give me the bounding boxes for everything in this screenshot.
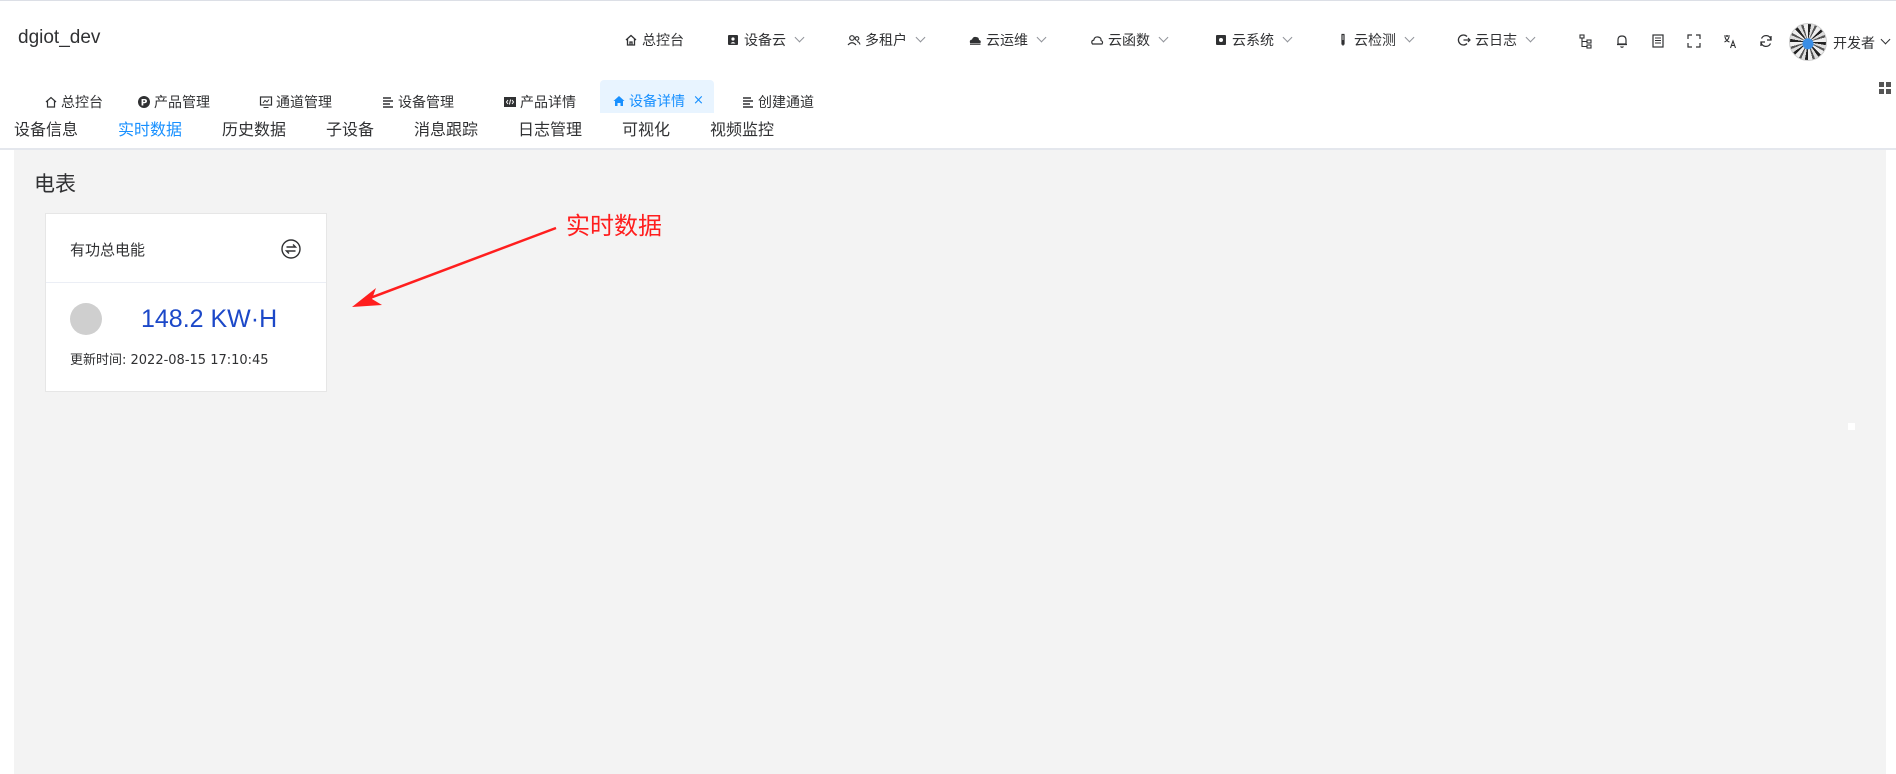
chevron-down-icon: [1158, 32, 1169, 43]
chevron-down-icon: [1282, 32, 1293, 43]
tag-channel-management[interactable]: 通道管理: [259, 80, 332, 113]
tag-create-channel[interactable]: 创建通道: [741, 80, 814, 113]
tab-history-data[interactable]: 历史数据: [222, 116, 286, 150]
detail-tabs: 设备信息 实时数据 历史数据 子设备 消息跟踪 日志管理 可视化 视频监控: [0, 112, 1896, 152]
swap-icon[interactable]: [280, 238, 302, 260]
product-icon: P: [137, 95, 151, 109]
close-icon[interactable]: ×: [693, 93, 704, 108]
bell-icon[interactable]: [1613, 32, 1631, 50]
sitemap-icon[interactable]: [1577, 32, 1595, 50]
home-icon: [623, 32, 639, 48]
metric-value: 148.2 KW·H: [141, 305, 278, 333]
home-icon: [612, 94, 626, 108]
chevron-down-icon[interactable]: [1880, 34, 1891, 45]
tag-device-management[interactable]: 设备管理: [381, 80, 454, 113]
nav-cloud-ops[interactable]: 云运维: [967, 28, 1047, 52]
tab-realtime-data[interactable]: 实时数据: [118, 116, 183, 152]
fullscreen-icon[interactable]: [1685, 32, 1703, 50]
document-icon[interactable]: [1649, 32, 1667, 50]
grid-icon[interactable]: [1878, 80, 1892, 94]
refresh-icon[interactable]: [1757, 32, 1775, 50]
tag-product-detail[interactable]: 产品详情: [503, 80, 576, 113]
data-card: 有功总电能 148.2 KW·H 更新时间: 2022-08-15 17:10:…: [45, 213, 327, 392]
nav-cloud-test[interactable]: 云检测: [1335, 28, 1415, 52]
list-icon: [381, 95, 395, 109]
svg-text:P: P: [141, 98, 148, 108]
tab-message-trace[interactable]: 消息跟踪: [414, 116, 478, 150]
updated-time: 更新时间: 2022-08-15 17:10:45: [70, 353, 269, 368]
test-tube-icon: [1335, 32, 1351, 48]
card-title: 有功总电能: [70, 241, 146, 259]
top-navbar: dgiot_dev 总控台 设备云 多租户 云运维 云函数 云系统 云检测 云日…: [0, 6, 1896, 66]
nav-dashboard[interactable]: 总控台: [623, 28, 684, 52]
tag-device-detail[interactable]: 设备详情 ×: [600, 80, 714, 113]
nav-multi-tenant[interactable]: 多租户: [846, 28, 926, 52]
tab-sub-devices[interactable]: 子设备: [326, 116, 374, 150]
chevron-down-icon: [1036, 32, 1047, 43]
chevron-down-icon: [1404, 32, 1415, 43]
chevron-down-icon: [915, 32, 926, 43]
annotation-label: 实时数据: [566, 212, 662, 240]
home-icon: [44, 95, 58, 109]
code-icon: [503, 95, 517, 109]
list-icon: [741, 95, 755, 109]
cloud-solid-icon: [967, 32, 983, 48]
avatar[interactable]: [1789, 23, 1827, 61]
user-name[interactable]: 开发者: [1833, 33, 1875, 53]
decorative-square: [1848, 423, 1855, 430]
logout-icon: [1456, 32, 1472, 48]
tag-dashboard[interactable]: 总控台: [44, 80, 103, 113]
tag-product-management[interactable]: P 产品管理: [137, 80, 210, 113]
nav-cloud-system[interactable]: 云系统: [1213, 28, 1293, 52]
app-brand[interactable]: dgiot_dev: [18, 27, 100, 49]
translate-icon[interactable]: [1721, 32, 1739, 50]
contact-card-icon: [725, 32, 741, 48]
monitor-icon: [259, 95, 273, 109]
tab-log-management[interactable]: 日志管理: [518, 116, 582, 150]
tags-view: 总控台 P 产品管理 通道管理 设备管理 产品详情 设备详情 × 创建通道: [0, 80, 1896, 114]
chevron-down-icon: [794, 32, 805, 43]
chevron-down-icon: [1525, 32, 1536, 43]
nav-cloud-functions[interactable]: 云函数: [1089, 28, 1169, 52]
status-dot: [70, 303, 102, 335]
tab-visualization[interactable]: 可视化: [622, 116, 670, 150]
nav-cloud-logs[interactable]: 云日志: [1456, 28, 1536, 52]
card-header: 有功总电能: [46, 214, 326, 283]
tab-device-info[interactable]: 设备信息: [14, 116, 78, 150]
section-title: 电表: [34, 172, 76, 196]
nav-device-cloud[interactable]: 设备云: [725, 28, 805, 52]
tab-video-monitor[interactable]: 视频监控: [710, 116, 774, 150]
cloud-outline-icon: [1089, 32, 1105, 48]
system-icon: [1213, 32, 1229, 48]
users-icon: [846, 32, 862, 48]
